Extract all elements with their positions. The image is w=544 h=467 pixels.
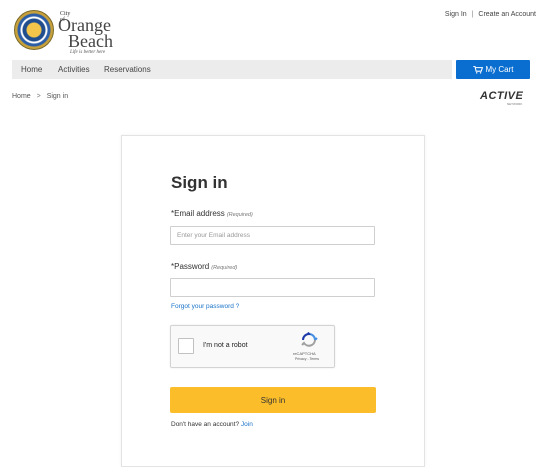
site-header: City of Orange Beach Life is better here… xyxy=(0,0,544,58)
page-title: Sign in xyxy=(171,173,228,192)
email-label: *Email address (Required) xyxy=(171,209,253,218)
nav-item-home[interactable]: Home xyxy=(21,65,42,74)
forgot-password-link[interactable]: Forgot your password ? xyxy=(171,303,239,310)
my-cart-button[interactable]: My Cart xyxy=(456,60,530,79)
password-required-hint: (Required) xyxy=(211,265,238,271)
sign-in-card: Sign in *Email address(Required) *Passwo… xyxy=(121,135,425,467)
password-label: *Password (Required) xyxy=(171,262,237,271)
breadcrumb-home[interactable]: Home xyxy=(12,93,31,100)
cart-icon xyxy=(472,65,483,74)
sign-in-button[interactable]: Sign in xyxy=(170,387,376,413)
breadcrumb-current: Sign in xyxy=(46,93,69,100)
join-link[interactable]: Join xyxy=(241,421,253,428)
no-account-text: Don't have an account? xyxy=(171,421,240,428)
active-network-subtext: NETWORK xyxy=(507,102,523,106)
recaptcha-widget: I'm not a robot reCAPTCHA Privacy - Term… xyxy=(170,325,335,368)
main-nav: Home Activities Reservations xyxy=(12,60,452,79)
create-account-link[interactable]: Create an Account xyxy=(478,11,536,18)
logo-beach-text: Beach xyxy=(68,31,113,51)
top-sign-in-link[interactable]: Sign In xyxy=(445,11,467,18)
email-label-text: *Email address xyxy=(171,209,225,218)
logo-tagline: Life is better here xyxy=(70,50,106,55)
recaptcha-brand: reCAPTCHA xyxy=(293,351,316,356)
breadcrumb: Home > Sign in xyxy=(12,93,68,100)
account-links: Sign In | Create an Account xyxy=(445,11,536,18)
email-field[interactable] xyxy=(170,226,375,245)
recaptcha-label: I'm not a robot xyxy=(203,342,248,349)
city-seal-icon xyxy=(14,10,54,50)
recaptcha-checkbox[interactable] xyxy=(178,338,194,354)
my-cart-label: My Cart xyxy=(485,65,514,74)
recaptcha-icon xyxy=(301,332,318,347)
password-field[interactable] xyxy=(170,278,375,297)
top-links-separator: | xyxy=(471,11,474,18)
nav-item-reservations[interactable]: Reservations xyxy=(104,65,151,74)
email-required-hint: (Required) xyxy=(226,212,253,218)
no-account-line: Don't have an account? Join xyxy=(171,421,253,428)
password-label-text: *Password xyxy=(171,262,210,271)
nav-item-activities[interactable]: Activities xyxy=(58,65,90,74)
active-network-logo: ACTIVE xyxy=(480,90,524,102)
breadcrumb-separator: > xyxy=(36,93,41,100)
orange-beach-logo[interactable]: City of Orange Beach Life is better here xyxy=(14,10,124,55)
recaptcha-privacy-terms[interactable]: Privacy - Terms xyxy=(295,357,319,361)
